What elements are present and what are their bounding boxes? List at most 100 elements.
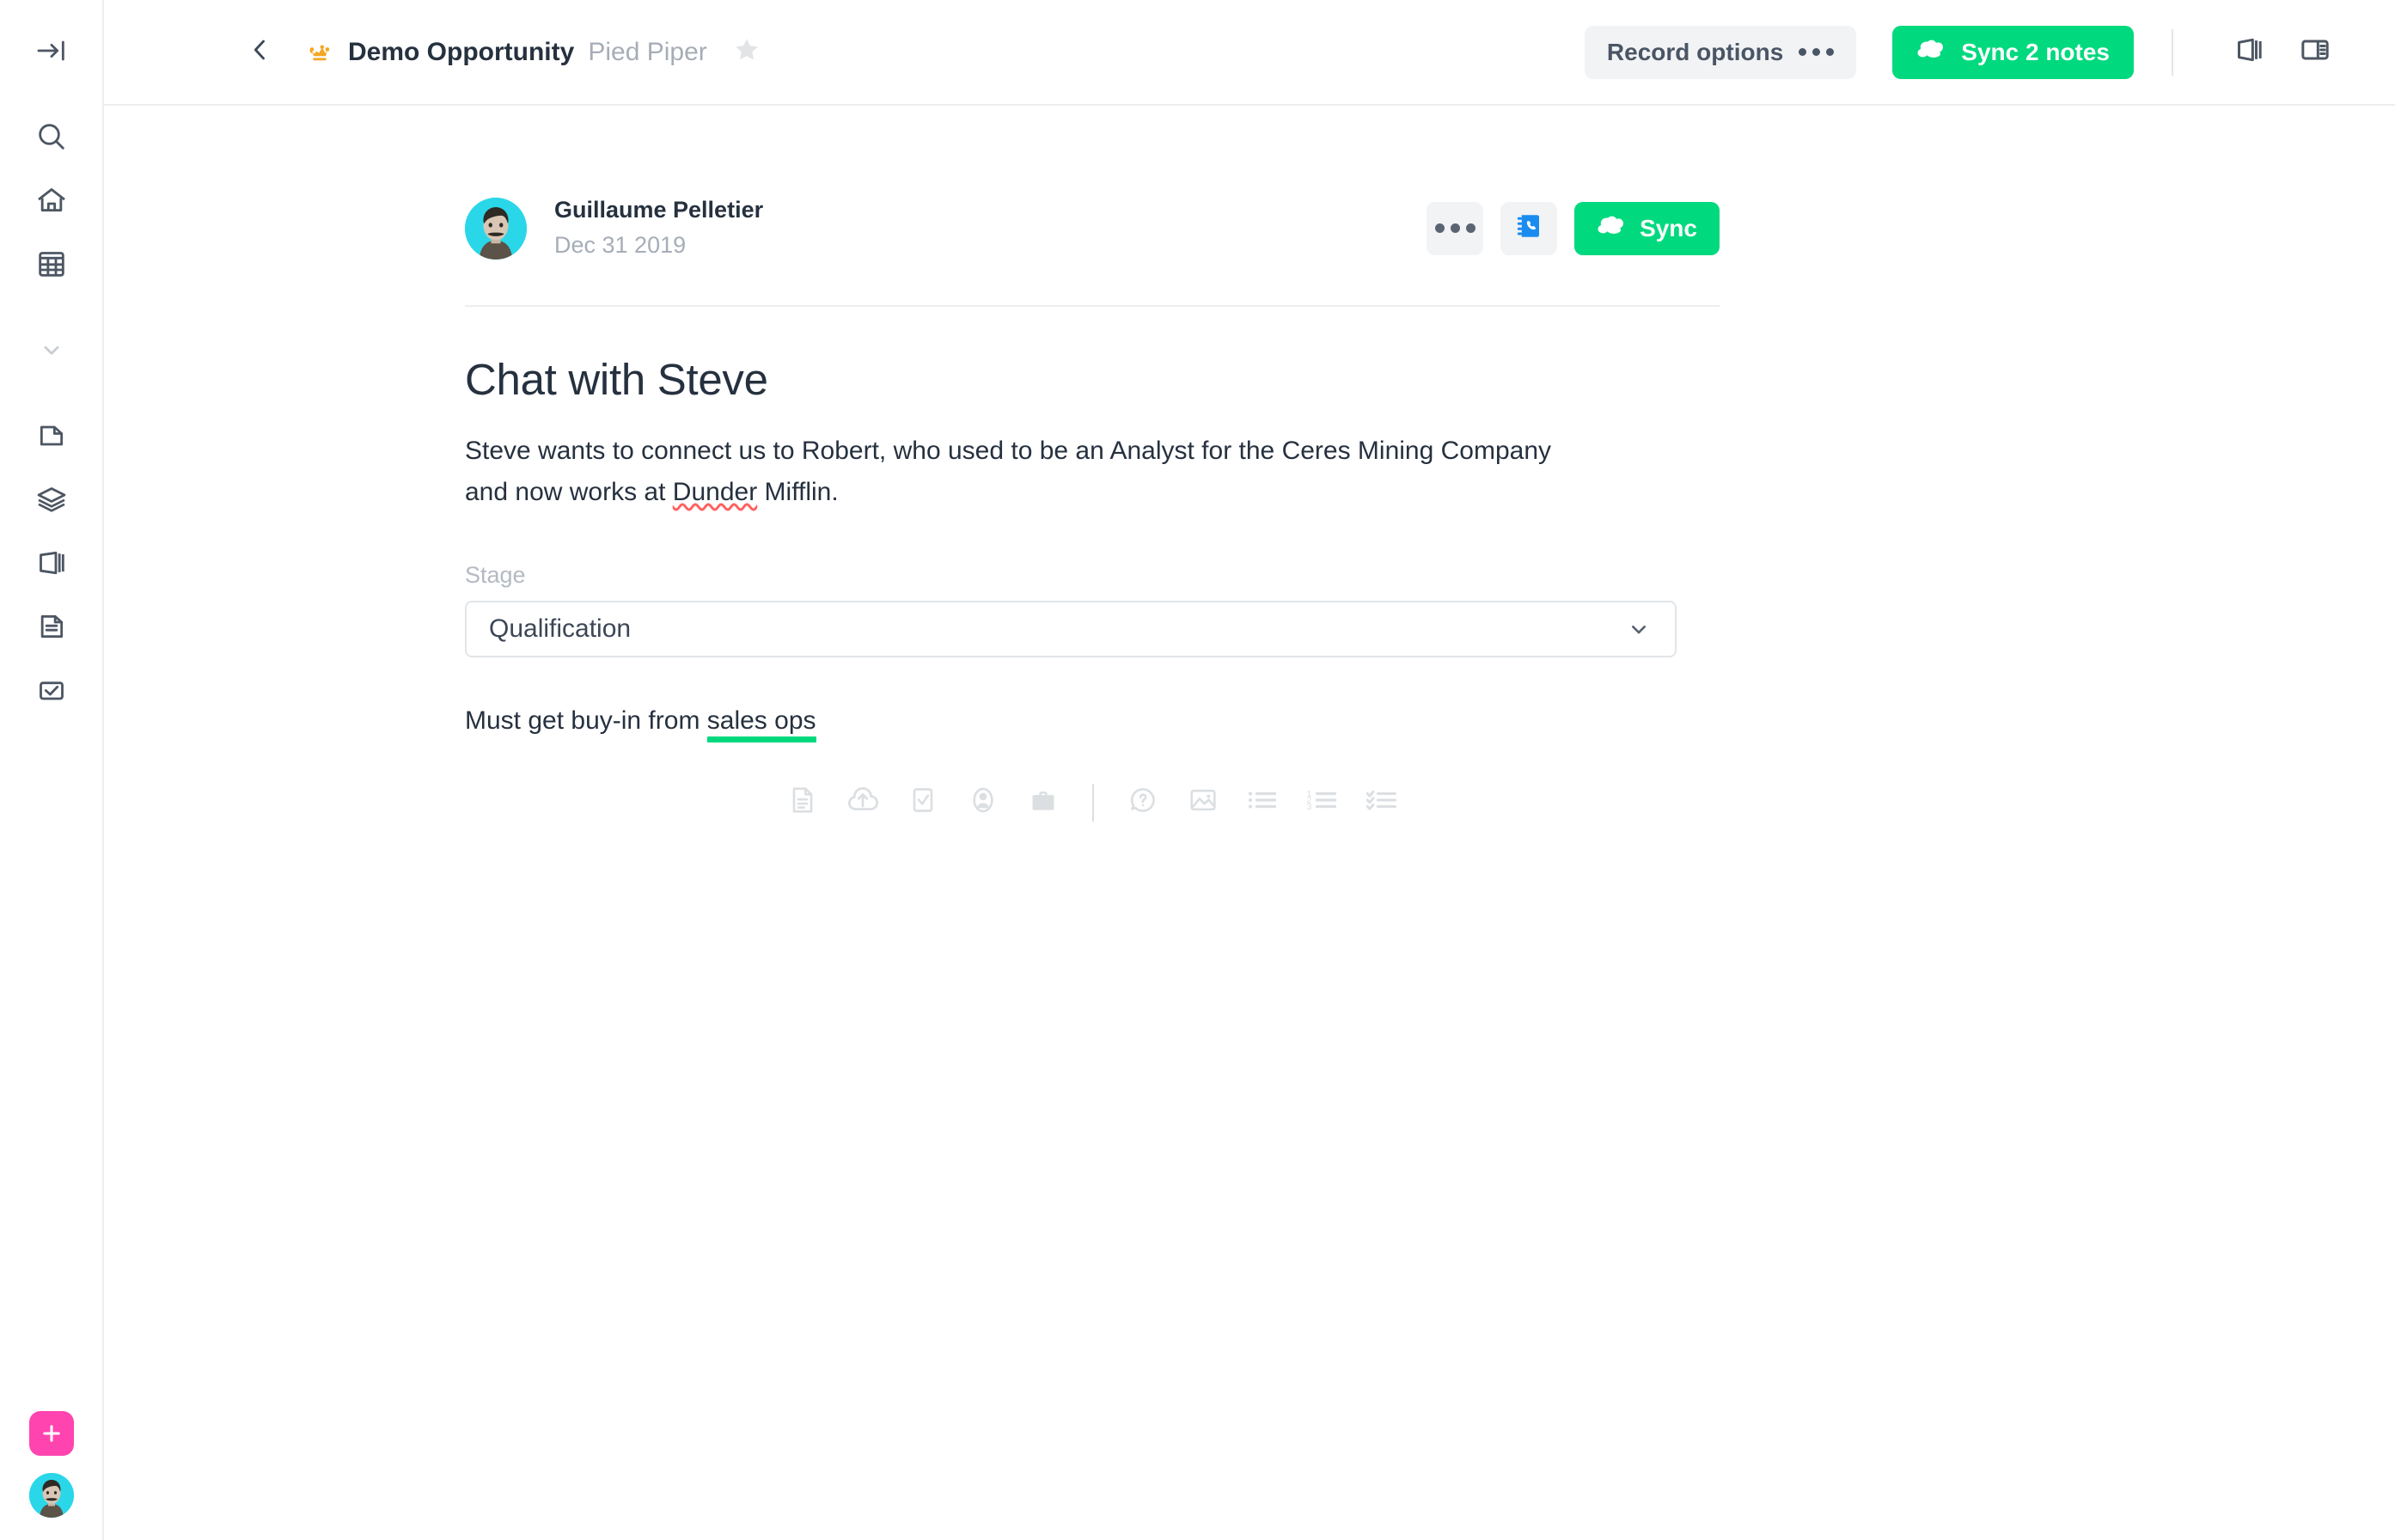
split-panel-toggle[interactable] (2288, 26, 2342, 79)
stage-value: Qualification (489, 614, 632, 643)
toolbar-note-template-button[interactable] (783, 783, 822, 822)
layers-icon (34, 482, 69, 516)
sidebar-expand-button[interactable] (25, 323, 78, 376)
sidebar-item-home[interactable] (25, 174, 78, 227)
note-content: Guillaume Pelletier Dec 31 2019 Sync Cha… (104, 106, 2395, 1540)
home-icon (34, 183, 69, 217)
avatar-image (465, 197, 527, 260)
toolbar-question-button[interactable] (1123, 783, 1163, 822)
crown-icon (305, 38, 334, 67)
document-lines-icon (785, 783, 820, 822)
back-button[interactable] (233, 25, 288, 80)
sidebar-item-document[interactable] (25, 600, 78, 653)
toolbar-numbered-list-button[interactable]: 1 2 3 (1304, 783, 1343, 822)
split-panel-icon (2298, 33, 2332, 71)
toolbar-task-button[interactable] (903, 783, 943, 822)
book-panel-icon (2233, 33, 2267, 71)
bullet-list-icon (1245, 783, 1281, 822)
person-icon (966, 783, 1000, 822)
insert-toolbar: 1 2 3 (783, 783, 1720, 822)
checklist-icon (1366, 783, 1402, 822)
note-card: Guillaume Pelletier Dec 31 2019 Sync Cha… (465, 106, 1720, 822)
note-line-sales-ops[interactable]: Must get buy-in from sales ops (465, 706, 1720, 742)
note-title[interactable]: Chat with Steve (465, 354, 1720, 405)
top-bar: Demo Opportunity Pied Piper Record optio… (104, 0, 2395, 106)
note-header: Guillaume Pelletier Dec 31 2019 Sync (465, 196, 1720, 260)
book-panel-toggle[interactable] (2223, 26, 2276, 79)
favorite-button[interactable] (731, 34, 762, 70)
spellcheck-word: Dunder (672, 477, 758, 506)
image-icon (1186, 783, 1220, 822)
toolbar-bullet-list-button[interactable] (1243, 783, 1283, 822)
toolbar-contact-button[interactable] (963, 783, 1003, 822)
sidebar-item-layers[interactable] (25, 473, 78, 526)
note-more-button[interactable] (1427, 201, 1484, 255)
ellipsis-icon (1799, 48, 1835, 56)
stage-select[interactable]: Qualification (465, 600, 1677, 657)
note-line-prefix: Must get buy-in from (465, 706, 707, 735)
record-account: Pied Piper (588, 37, 707, 66)
record-options-label: Record options (1606, 38, 1784, 65)
note-divider (465, 305, 1720, 308)
book-icon (34, 546, 69, 580)
toolbar-image-button[interactable] (1183, 783, 1223, 822)
address-book-phone-icon (1513, 211, 1544, 246)
svg-text:3: 3 (1307, 802, 1312, 812)
cloud-upload-icon (845, 782, 881, 822)
checkbox-icon (906, 783, 940, 822)
toolbar-upload-button[interactable] (843, 783, 883, 822)
sidebar-item-grid[interactable] (25, 237, 78, 290)
highlighted-phrase[interactable]: sales ops (706, 706, 816, 742)
plus-icon (40, 1421, 64, 1445)
record-title: Demo Opportunity (348, 37, 575, 66)
stage-field: Stage Qualification (465, 562, 1677, 657)
numbered-list-icon: 1 2 3 (1305, 783, 1341, 822)
toolbar-divider (2172, 28, 2173, 76)
breadcrumb: Demo Opportunity Pied Piper (104, 25, 1585, 80)
sidebar-item-page[interactable] (25, 409, 78, 462)
checkbox-icon (34, 673, 69, 707)
question-bubble-icon (1126, 783, 1160, 822)
user-avatar[interactable] (28, 1473, 74, 1518)
note-body-text: Steve wants to connect us to Robert, who… (465, 437, 1552, 506)
left-sidebar (0, 0, 104, 1540)
collapse-arrow-icon (34, 34, 69, 68)
document-icon (34, 609, 69, 644)
main-area: Demo Opportunity Pied Piper Record optio… (104, 0, 2395, 1540)
stage-label: Stage (465, 561, 526, 588)
star-icon (731, 34, 762, 70)
sync-notes-label: Sync 2 notes (1961, 38, 2110, 65)
note-author-name: Guillaume Pelletier (554, 197, 764, 223)
chevron-down-icon (37, 335, 66, 364)
sync-notes-button[interactable]: Sync 2 notes (1892, 25, 2134, 79)
chevron-down-icon (1625, 615, 1653, 643)
record-options-button[interactable]: Record options (1584, 25, 1857, 79)
avatar-image (28, 1473, 74, 1518)
toolbar-checklist-button[interactable] (1364, 783, 1403, 822)
note-date: Dec 31 2019 (554, 231, 687, 258)
sidebar-footer (0, 1411, 102, 1518)
app-root: Demo Opportunity Pied Piper Record optio… (0, 0, 2395, 1540)
chevron-left-icon (246, 35, 275, 69)
note-contact-button[interactable] (1500, 201, 1558, 255)
add-button[interactable] (28, 1411, 74, 1456)
ellipsis-icon (1434, 223, 1475, 234)
note-body[interactable]: Steve wants to connect us to Robert, who… (465, 431, 1599, 512)
note-author-meta: Guillaume Pelletier Dec 31 2019 (554, 196, 763, 260)
search-icon (34, 119, 69, 154)
briefcase-icon (1026, 783, 1060, 822)
grid-icon (34, 247, 69, 281)
note-author-avatar (465, 197, 527, 260)
sidebar-item-search[interactable] (25, 110, 78, 163)
sidebar-collapse-button[interactable] (25, 24, 78, 77)
toolbar-opportunity-button[interactable] (1023, 783, 1063, 822)
sidebar-item-book[interactable] (25, 536, 78, 590)
toolbar-separator (1092, 783, 1094, 822)
note-actions: Sync (1427, 201, 1720, 255)
note-sync-button[interactable]: Sync (1574, 201, 1720, 255)
page-icon (34, 419, 69, 453)
sidebar-item-tasks[interactable] (25, 663, 78, 717)
note-sync-label: Sync (1640, 214, 1697, 241)
salesforce-cloud-icon (1597, 214, 1626, 242)
top-bar-actions: Record options Sync 2 notes (1584, 25, 2342, 79)
